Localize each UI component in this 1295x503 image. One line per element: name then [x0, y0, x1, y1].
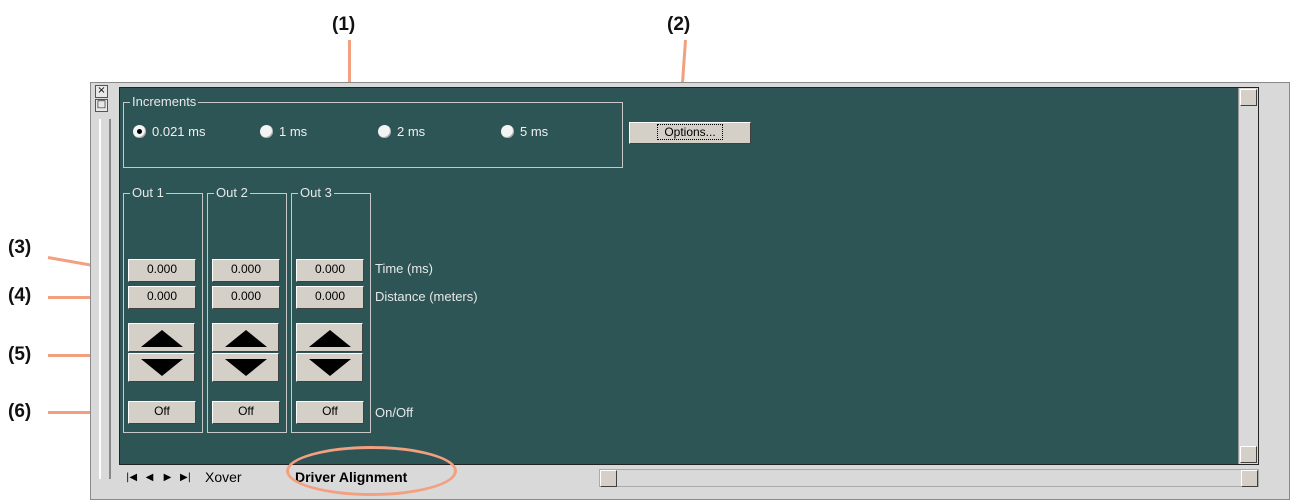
- out-1-distance-field[interactable]: 0.000: [128, 286, 196, 309]
- out-3-distance-field[interactable]: 0.000: [296, 286, 364, 309]
- scroll-down-button[interactable]: [1240, 446, 1257, 463]
- onoff-row-label: On/Off: [375, 405, 414, 420]
- out-2-down-button[interactable]: [212, 353, 279, 382]
- distance-row-label: Distance (meters): [375, 289, 478, 304]
- tab-first-button[interactable]: |◀: [123, 469, 140, 487]
- out-1-time-field[interactable]: 0.000: [128, 259, 196, 282]
- horizontal-scrollbar[interactable]: [599, 469, 1259, 487]
- callout-5: (5): [8, 344, 32, 365]
- radio-label: 5 ms: [520, 124, 549, 139]
- out-2-time-field[interactable]: 0.000: [212, 259, 280, 282]
- out-2-distance-field[interactable]: 0.000: [212, 286, 280, 309]
- out-3-group: Out 3 0.000 0.000 Off: [291, 185, 371, 433]
- triangle-down-icon: [225, 359, 267, 376]
- scroll-up-button[interactable]: [1240, 89, 1257, 106]
- dock-grip[interactable]: [99, 119, 111, 479]
- out-3-time-field[interactable]: 0.000: [296, 259, 364, 282]
- radio-label: 2 ms: [397, 124, 426, 139]
- out-3-spinner: [296, 323, 363, 382]
- radio-label: 1 ms: [279, 124, 308, 139]
- increments-group: Increments 0.021 ms 1 ms 2 ms 5 ms: [123, 94, 623, 168]
- scroll-left-button[interactable]: [600, 470, 617, 487]
- out-2-up-button[interactable]: [212, 323, 279, 352]
- options-button-label: Options...: [657, 124, 723, 140]
- callout-4: (4): [8, 285, 32, 306]
- callout-1: (1): [332, 14, 356, 35]
- tab-last-button[interactable]: ▶|: [177, 469, 194, 487]
- scroll-right-button[interactable]: [1241, 470, 1258, 487]
- out-1-group: Out 1 0.000 0.000 Off: [123, 185, 203, 433]
- triangle-down-icon: [309, 359, 351, 376]
- radio-label: 0.021 ms: [152, 124, 206, 139]
- tab-prev-button[interactable]: ◀: [141, 469, 158, 487]
- radio-icon: [260, 125, 273, 138]
- close-icon[interactable]: ×: [95, 85, 108, 98]
- out-1-up-button[interactable]: [128, 323, 195, 352]
- triangle-down-icon: [141, 359, 183, 376]
- alignment-panel: Increments 0.021 ms 1 ms 2 ms 5 ms Optio…: [119, 87, 1259, 465]
- options-button[interactable]: Options...: [629, 122, 751, 144]
- callout-2: (2): [667, 14, 691, 35]
- tab-xover[interactable]: Xover: [205, 467, 242, 487]
- out-1-spinner: [128, 323, 195, 382]
- out-1-down-button[interactable]: [128, 353, 195, 382]
- out-2-group: Out 2 0.000 0.000 Off: [207, 185, 287, 433]
- radio-increment-2[interactable]: 2 ms: [378, 123, 425, 141]
- driver-alignment-window: × □ Increments 0.021 ms 1 ms 2 ms 5 ms O…: [90, 82, 1290, 500]
- triangle-up-icon: [141, 330, 183, 347]
- radio-icon: [378, 125, 391, 138]
- active-tab-highlight: [286, 446, 457, 496]
- radio-increment-1[interactable]: 1 ms: [260, 123, 307, 141]
- increments-title: Increments: [130, 94, 199, 110]
- out-3-down-button[interactable]: [296, 353, 363, 382]
- out-3-onoff-button[interactable]: Off: [296, 401, 364, 424]
- radio-increment-5[interactable]: 5 ms: [501, 123, 548, 141]
- tab-next-button[interactable]: ▶: [159, 469, 176, 487]
- radio-increment-0021[interactable]: 0.021 ms: [133, 123, 205, 141]
- callout-3: (3): [8, 237, 32, 258]
- triangle-up-icon: [309, 330, 351, 347]
- vertical-scrollbar[interactable]: [1238, 88, 1258, 464]
- out-2-title: Out 2: [214, 185, 250, 201]
- out-2-spinner: [212, 323, 279, 382]
- callout-6: (6): [8, 401, 32, 422]
- radio-icon: [501, 125, 514, 138]
- triangle-up-icon: [225, 330, 267, 347]
- out-1-title: Out 1: [130, 185, 166, 201]
- time-row-label: Time (ms): [375, 261, 434, 276]
- out-2-onoff-button[interactable]: Off: [212, 401, 280, 424]
- out-3-title: Out 3: [298, 185, 334, 201]
- radio-selected-icon: [133, 125, 146, 138]
- out-1-onoff-button[interactable]: Off: [128, 401, 196, 424]
- restore-icon[interactable]: □: [95, 99, 108, 112]
- out-3-up-button[interactable]: [296, 323, 363, 352]
